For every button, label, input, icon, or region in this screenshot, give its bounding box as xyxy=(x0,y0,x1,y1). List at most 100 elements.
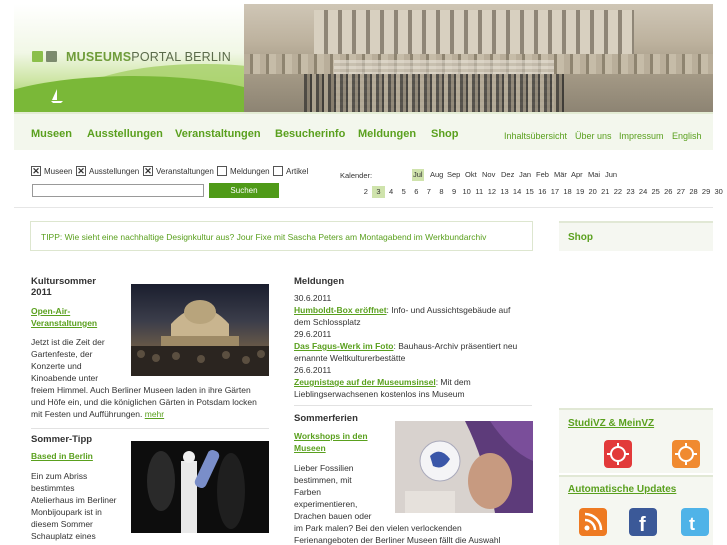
checkbox-checked-icon: ✕ xyxy=(143,166,153,176)
kultursommer-text: Jetzt ist die Zeit der Gartenfeste, der … xyxy=(31,337,257,419)
month-mai[interactable]: Mai xyxy=(587,169,601,181)
tip-text[interactable]: TIPP: Wie sieht eine nachhaltige Designk… xyxy=(41,232,486,242)
nav-inhaltsuebersicht[interactable]: Inhaltsübersicht xyxy=(504,131,567,141)
kultursommer-link[interactable]: Open-Air- Veranstaltungen xyxy=(31,305,97,329)
sommertipp-photo[interactable] xyxy=(131,441,269,533)
calendar-day[interactable]: 19 xyxy=(574,186,587,198)
search-button[interactable]: Suchen xyxy=(209,183,279,198)
meldungen-title: Meldungen xyxy=(294,276,345,287)
month-jun[interactable]: Jun xyxy=(604,169,618,181)
calendar-day[interactable]: 7 xyxy=(423,186,436,198)
calendar-day[interactable]: 3 xyxy=(372,186,385,198)
calendar-day[interactable]: 28 xyxy=(687,186,700,198)
month-dez[interactable]: Dez xyxy=(500,169,515,181)
nav-veranstaltungen[interactable]: Veranstaltungen xyxy=(175,128,261,140)
sommertipp-title: Sommer-Tipp xyxy=(31,434,93,445)
sidebar-studivz-title[interactable]: StudiVZ & MeinVZ xyxy=(568,418,654,429)
facebook-icon[interactable]: f xyxy=(629,508,657,536)
nav-besucherinfo[interactable]: Besucherinfo xyxy=(275,128,345,140)
meinvz-icon[interactable] xyxy=(672,440,700,468)
studivz-icon[interactable] xyxy=(604,440,632,468)
hill-decoration xyxy=(14,76,244,112)
calendar-day[interactable]: 25 xyxy=(649,186,662,198)
month-sep[interactable]: Sep xyxy=(446,169,461,181)
calendar-day[interactable]: 27 xyxy=(675,186,688,198)
calendar-day[interactable]: 2 xyxy=(360,186,373,198)
month-maer[interactable]: Mär xyxy=(553,169,568,181)
calendar-day[interactable]: 15 xyxy=(523,186,536,198)
meldung-link[interactable]: Zeugnistage auf der Museumsinsel xyxy=(294,377,436,387)
logo-banner[interactable]: MUSEUMSPORTAL BERLIN xyxy=(14,4,244,112)
month-okt[interactable]: Okt xyxy=(464,169,478,181)
logo-mark xyxy=(32,51,57,62)
checkbox-meldungen[interactable]: Meldungen xyxy=(217,166,270,176)
nav-ausstellungen[interactable]: Ausstellungen xyxy=(87,128,163,140)
nav-english[interactable]: English xyxy=(672,131,702,141)
twitter-icon[interactable]: t xyxy=(681,508,709,536)
calendar-day[interactable]: 9 xyxy=(448,186,461,198)
calendar-day[interactable]: 23 xyxy=(624,186,637,198)
month-feb[interactable]: Feb xyxy=(535,169,550,181)
calendar-day[interactable]: 5 xyxy=(397,186,410,198)
calendar-day[interactable]: 14 xyxy=(511,186,524,198)
checkbox-artikel[interactable]: Artikel xyxy=(273,166,308,176)
calendar-day[interactable]: 18 xyxy=(561,186,574,198)
logo-text: MUSEUMSPORTAL BERLIN xyxy=(66,50,231,64)
calendar-day[interactable]: 13 xyxy=(498,186,511,198)
sidebar-updates-box: Automatische Updates f t xyxy=(559,475,713,545)
month-aug[interactable]: Aug xyxy=(429,169,444,181)
search-bar: ✕ Museen ✕ Ausstellungen ✕ Veranstaltungen … xyxy=(14,152,723,208)
calendar-day[interactable]: 8 xyxy=(435,186,448,198)
sidebar-shop-title[interactable]: Shop xyxy=(568,232,593,243)
sommerferien-link[interactable]: Workshops in den Museen xyxy=(294,430,368,454)
checkbox-checked-icon: ✕ xyxy=(31,166,41,176)
sidebar-updates-title[interactable]: Automatische Updates xyxy=(568,484,676,495)
calendar-day[interactable]: 10 xyxy=(460,186,473,198)
nav-museen[interactable]: Museen xyxy=(31,128,72,140)
header-photo xyxy=(244,4,713,112)
nav-shop[interactable]: Shop xyxy=(431,128,459,140)
meldung-date: 26.6.2011 xyxy=(294,365,332,375)
search-input[interactable] xyxy=(32,184,204,197)
sommertipp-link[interactable]: Based in Berlin xyxy=(31,450,93,462)
calendar-day[interactable]: 6 xyxy=(410,186,423,198)
calendar-day[interactable]: 22 xyxy=(612,186,625,198)
checkbox-museen[interactable]: ✕ Museen xyxy=(31,166,72,176)
calendar-day[interactable]: 11 xyxy=(473,186,486,198)
calendar-day[interactable]: 16 xyxy=(536,186,549,198)
month-nov[interactable]: Nov xyxy=(481,169,496,181)
calendar-day[interactable]: 12 xyxy=(486,186,499,198)
calendar-label: Kalender: xyxy=(340,171,373,180)
rss-icon[interactable] xyxy=(579,508,607,536)
calendar-day-blank xyxy=(347,186,360,198)
meldung-link[interactable]: Das Fagus-Werk im Foto xyxy=(294,341,394,351)
calendar-day[interactable]: 20 xyxy=(586,186,599,198)
calendar-day[interactable]: 17 xyxy=(549,186,562,198)
sidebar-studivz-box: StudiVZ & MeinVZ xyxy=(559,408,713,473)
kultursommer-title: Kultursommer 2011 xyxy=(31,276,96,298)
tip-banner[interactable]: TIPP: Wie sieht eine nachhaltige Designk… xyxy=(30,221,533,251)
calendar-day[interactable]: 30 xyxy=(712,186,725,198)
checkbox-checked-icon: ✕ xyxy=(76,166,86,176)
nav-ueber-uns[interactable]: Über uns xyxy=(575,131,612,141)
meldung-date: 29.6.2011 xyxy=(294,329,332,339)
month-apr[interactable]: Apr xyxy=(570,169,584,181)
sidebar-shop-box: Shop xyxy=(559,221,713,251)
month-jan[interactable]: Jan xyxy=(518,169,532,181)
meldung-date: 30.6.2011 xyxy=(294,293,332,303)
nav-meldungen[interactable]: Meldungen xyxy=(358,128,416,140)
month-jul[interactable]: Jul xyxy=(412,169,424,181)
checkbox-veranstaltungen[interactable]: ✕ Veranstaltungen xyxy=(143,166,214,176)
nav-impressum[interactable]: Impressum xyxy=(619,131,664,141)
calendar-day[interactable]: 21 xyxy=(599,186,612,198)
main-navigation: Museen Ausstellungen Veranstaltungen Bes… xyxy=(14,112,713,150)
kultursommer-more-link[interactable]: mehr xyxy=(145,409,164,419)
calendar-day[interactable]: 26 xyxy=(662,186,675,198)
calendar-day[interactable]: 4 xyxy=(385,186,398,198)
meldung-link[interactable]: Humboldt-Box eröffnet xyxy=(294,305,387,315)
checkbox-empty-icon xyxy=(273,166,283,176)
calendar-day[interactable]: 24 xyxy=(637,186,650,198)
calendar-day[interactable]: 29 xyxy=(700,186,713,198)
checkbox-ausstellungen[interactable]: ✕ Ausstellungen xyxy=(76,166,139,176)
sommerferien-text: Lieber Fossilien bestimmen, mit Farben e… xyxy=(294,463,501,545)
